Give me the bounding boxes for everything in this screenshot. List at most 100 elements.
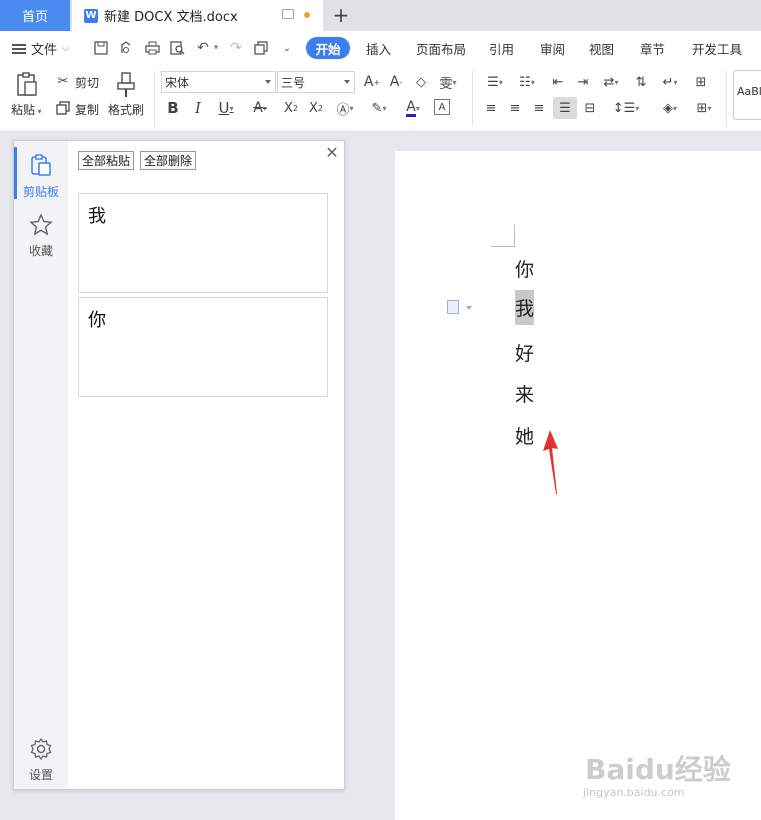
delete-all-button[interactable]: 全部删除 <box>140 151 197 170</box>
clipboard-item-text: 你 <box>88 310 106 331</box>
chevron-down-icon <box>265 80 271 84</box>
sidebar-label-clipboard: 剪贴板 <box>22 185 59 199</box>
hamburger-icon <box>12 43 26 54</box>
menu-start[interactable]: 开始 <box>306 37 350 59</box>
italic-icon[interactable]: I <box>189 98 207 118</box>
line-break-icon[interactable]: ↵ ▾ <box>657 72 683 92</box>
chevron-down-icon[interactable] <box>466 306 472 310</box>
menu-insert[interactable]: 插入 <box>366 38 391 58</box>
character-border-icon[interactable]: A <box>434 99 450 115</box>
print-preview-icon[interactable] <box>168 39 186 57</box>
menu-review[interactable]: 审阅 <box>540 38 565 58</box>
subscript-icon[interactable]: X2 <box>305 98 327 118</box>
document-line[interactable]: 来 <box>515 380 534 407</box>
document-line-selected[interactable]: 我 <box>515 290 535 325</box>
shrink-font-icon[interactable]: A- <box>386 72 406 92</box>
bullet-list-icon[interactable]: ☰ ▾ <box>482 72 508 92</box>
sidebar-item-settings[interactable]: 设置 <box>14 737 68 783</box>
tab-home[interactable]: 首页 <box>0 0 70 31</box>
document-line[interactable]: 她 <box>515 422 534 449</box>
gear-icon <box>29 737 53 764</box>
font-name-value: 宋体 <box>165 75 190 90</box>
ribbon-divider <box>154 71 155 126</box>
redo-icon[interactable]: ↷ <box>227 39 245 57</box>
strikethrough-icon[interactable]: A ▾ <box>247 98 273 118</box>
paste-icon[interactable] <box>14 71 40 99</box>
menu-references[interactable]: 引用 <box>489 38 514 58</box>
text-direction-icon[interactable]: ⇄ ▾ <box>598 72 624 92</box>
ribbon-toolbar: 粘贴 ▾ ✂ 剪切 复制 格式刷 宋体 三号 A + A- ◇ 雯 ▾ B I U ▾… <box>0 65 761 132</box>
tab-bar: 首页 W 新建 DOCX 文档.docx + <box>0 0 761 31</box>
line-spacing-icon[interactable]: ↕☰ ▾ <box>612 98 640 118</box>
tab-document[interactable]: W 新建 DOCX 文档.docx <box>72 0 323 31</box>
superscript-icon[interactable]: X2 <box>280 98 302 118</box>
paste-all-button[interactable]: 全部粘贴 <box>78 151 135 170</box>
close-icon[interactable]: ✕ <box>325 145 339 161</box>
document-line[interactable]: 好 <box>515 339 534 366</box>
borders-icon[interactable]: ⊞ ▾ <box>690 98 718 118</box>
paste-button[interactable]: 粘贴 ▾ <box>11 101 42 118</box>
distributed-align-icon[interactable]: ⊟ <box>580 98 600 118</box>
clipboard-panel: 剪贴板 收藏 设置 全部粘贴 全部删除 ✕ 我 你 <box>13 140 345 790</box>
grow-font-icon[interactable]: A + <box>362 72 382 92</box>
style-preview: AaBl <box>737 85 761 98</box>
margin-corner-mark <box>491 225 515 247</box>
monitor-icon[interactable] <box>282 9 294 19</box>
panel-sidebar: 剪贴板 收藏 设置 <box>14 141 68 789</box>
font-color-icon[interactable]: A ▾ <box>400 98 426 118</box>
text-effect-icon[interactable]: Ⓐ ▾ <box>332 98 358 118</box>
justify-icon[interactable]: ☰ <box>553 97 577 119</box>
shading-icon[interactable]: ◈ ▾ <box>656 98 684 118</box>
sidebar-label-favorites: 收藏 <box>28 244 53 258</box>
font-name-select[interactable]: 宋体 <box>161 71 276 93</box>
phonetic-guide-icon[interactable]: 雯 ▾ <box>436 72 460 92</box>
scissors-icon[interactable]: ✂ <box>54 73 72 89</box>
style-gallery[interactable]: AaBl <box>733 70 761 120</box>
ribbon-divider <box>726 71 727 126</box>
clipboard-item[interactable]: 你 <box>78 297 328 397</box>
more-chevron-icon[interactable]: ⌄ <box>278 39 296 57</box>
copy-icon[interactable] <box>54 100 72 116</box>
highlight-icon[interactable]: ✎ ▾ <box>366 98 392 118</box>
document-line[interactable]: 你 <box>515 255 534 282</box>
save-icon[interactable] <box>92 39 110 57</box>
menu-developer[interactable]: 开发工具 <box>692 38 742 58</box>
cut-button[interactable]: 剪切 <box>75 74 99 91</box>
copy-button[interactable]: 复制 <box>75 101 99 118</box>
decrease-indent-icon[interactable]: ⇤ <box>548 72 568 92</box>
ribbon-divider <box>472 71 473 126</box>
baidu-watermark: Baidu经验 <box>585 753 731 786</box>
font-size-select[interactable]: 三号 <box>277 71 355 93</box>
red-arrow-annotation <box>543 430 558 494</box>
numbered-list-icon[interactable]: ☷ ▾ <box>514 72 540 92</box>
format-painter-icon[interactable] <box>114 71 138 99</box>
export-icon[interactable] <box>117 39 135 57</box>
bold-icon[interactable]: B <box>164 98 182 118</box>
sidebar-item-clipboard[interactable]: 剪贴板 <box>14 153 68 200</box>
align-left-icon[interactable]: ≡ <box>482 98 500 118</box>
copy-window-icon[interactable] <box>252 39 270 57</box>
paragraph-layout-icon[interactable] <box>447 300 459 314</box>
format-painter-button[interactable]: 格式刷 <box>108 101 144 118</box>
undo-dropdown-icon[interactable]: ▾ <box>207 39 225 57</box>
align-right-icon[interactable]: ≡ <box>530 98 548 118</box>
new-tab-button[interactable]: + <box>330 3 352 27</box>
file-menu[interactable]: 文件 ⌵ <box>12 39 70 58</box>
underline-icon[interactable]: U ▾ <box>213 98 239 118</box>
file-menu-label: 文件 <box>31 43 58 58</box>
clipboard-item[interactable]: 我 <box>78 193 328 293</box>
align-center-icon[interactable]: ≡ <box>506 98 524 118</box>
increase-indent-icon[interactable]: ⇥ <box>573 72 593 92</box>
clear-format-icon[interactable]: ◇ <box>411 72 431 92</box>
menu-chapter[interactable]: 章节 <box>640 38 665 58</box>
document-page[interactable]: 你 我 好 来 她 <box>395 151 761 820</box>
sort-icon[interactable]: ⇅ <box>631 72 651 92</box>
font-size-value: 三号 <box>281 75 306 90</box>
watermark-url: jingyan.baidu.com <box>583 786 685 799</box>
print-icon[interactable] <box>143 39 161 57</box>
ruler-icon[interactable]: ⊞ <box>690 72 712 92</box>
menu-page-layout[interactable]: 页面布局 <box>416 38 466 58</box>
sidebar-item-favorites[interactable]: 收藏 <box>14 213 68 259</box>
paste-label: 粘贴 <box>11 103 36 117</box>
menu-view[interactable]: 视图 <box>589 38 614 58</box>
